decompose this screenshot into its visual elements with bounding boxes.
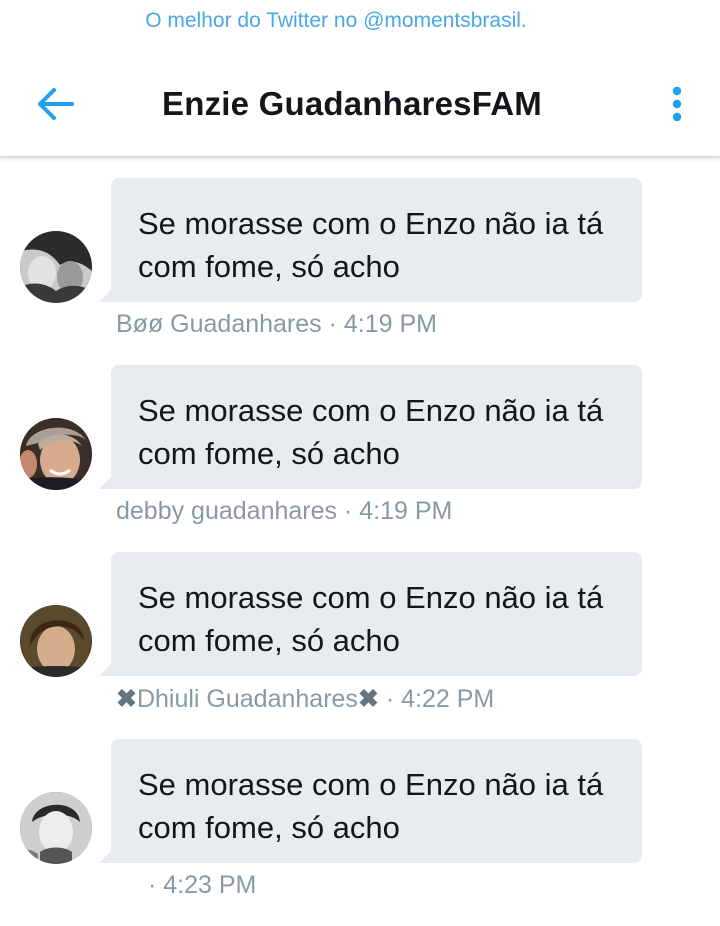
avatar[interactable] [20,605,92,677]
message-bubble[interactable]: Se morasse com o Enzo não ia tá com fome… [99,739,642,863]
message-bubble[interactable]: Se morasse com o Enzo não ia tá com fome… [99,178,642,302]
avatar[interactable] [20,418,92,490]
message-time: · 4:23 PM [148,871,257,899]
message-bubble[interactable]: Se morasse com o Enzo não ia tá com fome… [99,365,642,489]
avatar[interactable] [20,231,92,303]
message-list: Se morasse com o Enzo não ia tá com fome… [0,178,720,926]
sender-prefix-symbol: ✖ [116,685,137,713]
conversation-header: Enzie GuadanharesFAM [0,52,720,158]
message-item: Se morasse com o Enzo não ia tá com fome… [0,178,720,365]
more-vertical-icon [672,86,682,122]
sender-name[interactable]: Bøø Guadanhares [116,310,322,338]
message-time: · 4:22 PM [385,685,495,713]
message-text-line: Se morasse com o Enzo não ia tá [138,206,604,241]
message-item: Se morasse com o Enzo não ia tá com fome… [0,552,720,739]
message-time: · 4:19 PM [343,497,453,525]
sender-name[interactable]: debby guadanhares [116,497,337,525]
message-text-line: Se morasse com o Enzo não ia tá [138,580,604,615]
message-text-line: com fome, só acho [138,810,400,845]
message-meta: ✖Dhiuli Guadanhares✖ · 4:22 PM [116,684,494,714]
message-text-line: com fome, só acho [138,249,400,284]
message-time: · 4:19 PM [328,310,437,338]
message-meta: Bøø Guadanhares · 4:19 PM [116,310,437,339]
message-text-line: com fome, só acho [138,436,400,471]
source-credit: O melhor do Twitter no @momentsbrasil. [145,9,527,32]
sender-name[interactable]: Dhiuli Guadanhares [137,685,358,713]
message-text-line: Se morasse com o Enzo não ia tá [138,767,604,802]
message-item: Se morasse com o Enzo não ia tá com fome… [0,739,720,926]
message-meta: · 4:23 PM [148,871,256,900]
message-bubble[interactable]: Se morasse com o Enzo não ia tá com fome… [99,552,642,676]
avatar[interactable] [20,792,92,864]
message-text-line: Se morasse com o Enzo não ia tá [138,393,604,428]
message-item: Se morasse com o Enzo não ia tá com fome… [0,365,720,552]
message-meta: debby guadanhares · 4:19 PM [116,497,452,526]
conversation-title: Enzie GuadanharesFAM [162,85,542,122]
message-text-line: com fome, só acho [138,623,400,658]
more-options-button[interactable] [662,82,692,126]
sender-suffix-symbol: ✖ [357,685,379,713]
